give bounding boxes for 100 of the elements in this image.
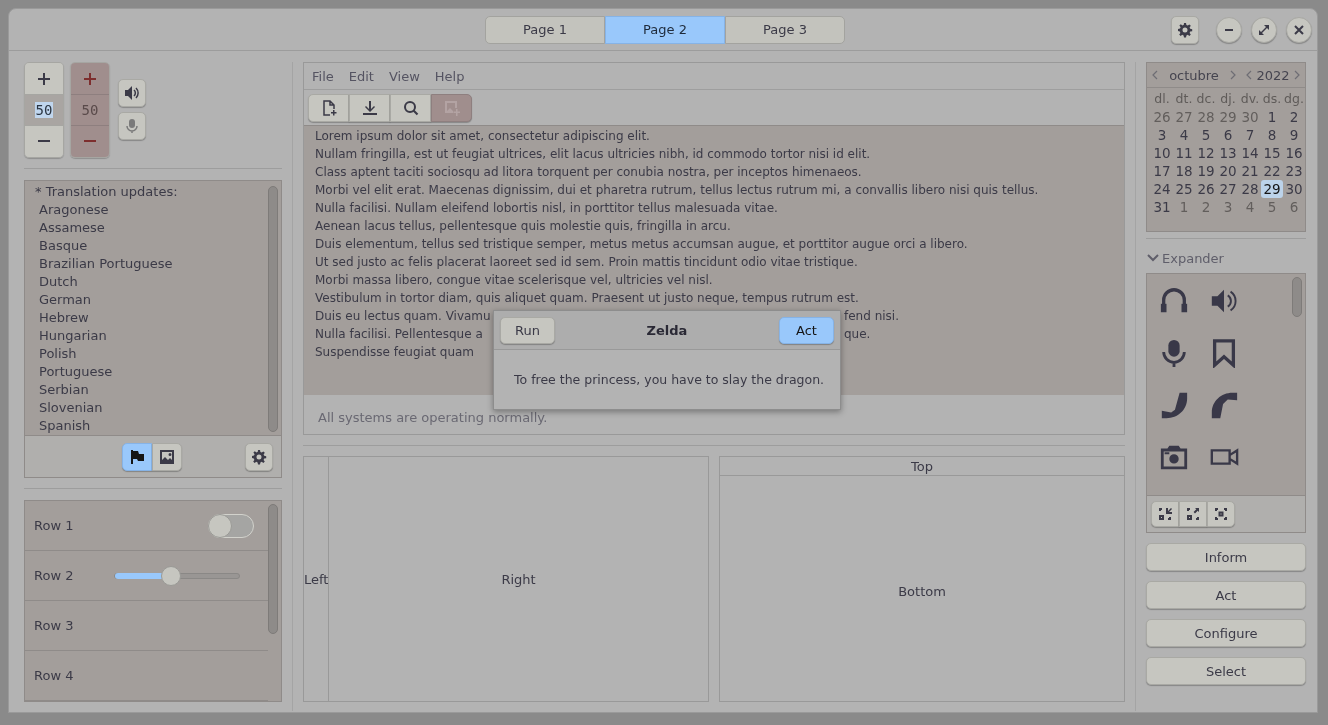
calendar-day[interactable]: 12: [1195, 144, 1217, 162]
row-label: Row 4: [34, 668, 75, 683]
calendar-day[interactable]: 3: [1217, 198, 1239, 216]
new-document-icon: [320, 99, 337, 116]
calendar-day[interactable]: 30: [1239, 108, 1261, 126]
calendar-day[interactable]: 2: [1283, 108, 1305, 126]
image-toggle[interactable]: [152, 442, 182, 471]
calendar-day[interactable]: 3: [1151, 126, 1173, 144]
scrollbar: [1292, 277, 1302, 317]
action-button[interactable]: Configure: [1146, 619, 1306, 647]
list-item[interactable]: Assamese: [35, 219, 268, 237]
search-button[interactable]: [390, 93, 431, 122]
calendar-day[interactable]: 25: [1173, 180, 1195, 198]
calendar-day[interactable]: 10: [1151, 144, 1173, 162]
calendar-day[interactable]: 4: [1239, 198, 1261, 216]
flag-toggle[interactable]: [122, 442, 152, 471]
calendar-day[interactable]: 28: [1239, 180, 1261, 198]
list-row[interactable]: Row 2: [25, 551, 268, 601]
calendar-day[interactable]: 23: [1283, 162, 1305, 180]
calendar-day[interactable]: 1: [1261, 108, 1283, 126]
action-button[interactable]: Act: [1146, 581, 1306, 609]
increment-button[interactable]: [71, 63, 109, 95]
gear-icon: [1177, 21, 1193, 38]
settings-button[interactable]: [1171, 15, 1199, 44]
calendar-day[interactable]: 28: [1195, 108, 1217, 126]
list-item[interactable]: Basque: [35, 237, 268, 255]
list-item[interactable]: Brazilian Portuguese: [35, 255, 268, 273]
calendar-day[interactable]: 7: [1239, 126, 1261, 144]
action-button[interactable]: Select: [1146, 657, 1306, 685]
list-item[interactable]: Portuguese: [35, 363, 268, 381]
download-button[interactable]: [349, 93, 390, 122]
calendar-day[interactable]: 21: [1239, 162, 1261, 180]
calendar-day[interactable]: 16: [1283, 144, 1305, 162]
calendar-day[interactable]: 5: [1261, 198, 1283, 216]
calendar-day[interactable]: 26: [1151, 108, 1173, 126]
action-button[interactable]: Inform: [1146, 543, 1306, 571]
calendar-day[interactable]: 19: [1195, 162, 1217, 180]
speaker-button[interactable]: [118, 79, 146, 107]
calendar-day[interactable]: 6: [1217, 126, 1239, 144]
shrink-icon: [1157, 506, 1173, 522]
dialog-button[interactable]: Act: [779, 316, 834, 344]
calendar-day[interactable]: 30: [1283, 180, 1305, 198]
increment-button[interactable]: [25, 63, 63, 95]
calendar-day[interactable]: 29: [1217, 108, 1239, 126]
calendar-day[interactable]: 1: [1173, 198, 1195, 216]
list-row[interactable]: Row 4: [25, 651, 268, 701]
settings-button[interactable]: [245, 442, 273, 471]
weekday-label: ds.: [1261, 90, 1283, 108]
list-item[interactable]: Spanish: [35, 417, 268, 435]
weekday-label: dt.: [1174, 90, 1194, 108]
list-item[interactable]: Dutch: [35, 273, 268, 291]
menu-item[interactable]: File: [312, 68, 334, 84]
zoom-fit-button[interactable]: [1207, 501, 1235, 527]
list-item[interactable]: Slovenian: [35, 399, 268, 417]
calendar-day[interactable]: 27: [1173, 108, 1195, 126]
close-button[interactable]: [1286, 16, 1312, 43]
tab[interactable]: Page 2: [605, 15, 725, 44]
calendar-day[interactable]: 2: [1195, 198, 1217, 216]
zoom-in-button[interactable]: [1151, 501, 1179, 527]
zoom-out-button[interactable]: [1179, 501, 1207, 527]
calendar-day[interactable]: 27: [1217, 180, 1239, 198]
calendar-day[interactable]: 26: [1195, 180, 1217, 198]
calendar-day[interactable]: 4: [1173, 126, 1195, 144]
menu-item[interactable]: Edit: [348, 68, 374, 84]
calendar-day[interactable]: 24: [1151, 180, 1173, 198]
text-line: Duis eu lectus quam. Vivamu: [315, 308, 491, 325]
list-item[interactable]: Hebrew: [35, 309, 268, 327]
tab[interactable]: Page 1: [485, 15, 605, 44]
calendar-day[interactable]: 14: [1239, 144, 1261, 162]
calendar-day[interactable]: 6: [1283, 198, 1305, 216]
calendar-day[interactable]: 13: [1217, 144, 1239, 162]
calendar-day[interactable]: 22: [1261, 162, 1283, 180]
calendar-day[interactable]: 31: [1151, 198, 1173, 216]
list-item[interactable]: Polish: [35, 345, 268, 363]
list-row[interactable]: Row 1: [25, 501, 268, 551]
list-item[interactable]: German: [35, 291, 268, 309]
pane-label: Right: [501, 571, 536, 587]
calendar-day[interactable]: 9: [1283, 126, 1305, 144]
calendar-day[interactable]: 5: [1195, 126, 1217, 144]
calendar-day[interactable]: 8: [1261, 126, 1283, 144]
list-item[interactable]: Hungarian: [35, 327, 268, 345]
calendar-day[interactable]: 11: [1173, 144, 1195, 162]
tab[interactable]: Page 3: [725, 15, 845, 44]
calendar-day[interactable]: 20: [1217, 162, 1239, 180]
expander-label[interactable]: Expander: [1162, 250, 1224, 266]
chevron-down-icon[interactable]: [1146, 253, 1160, 263]
toggle-switch[interactable]: [208, 513, 254, 538]
calendar-day[interactable]: 18: [1173, 162, 1195, 180]
new-button[interactable]: [308, 93, 349, 122]
list-item[interactable]: Serbian: [35, 381, 268, 399]
calendar-day[interactable]: 15: [1261, 144, 1283, 162]
menu-item[interactable]: View: [388, 68, 420, 84]
calendar-day[interactable]: 17: [1151, 162, 1173, 180]
minimize-button[interactable]: [1216, 16, 1242, 43]
calendar-day[interactable]: 29: [1261, 180, 1283, 198]
dialog-button[interactable]: Run: [500, 316, 555, 344]
menu-item[interactable]: Help: [434, 68, 465, 84]
list-item[interactable]: Aragonese: [35, 201, 268, 219]
image-icon: [159, 448, 175, 465]
maximize-button[interactable]: [1251, 16, 1277, 43]
